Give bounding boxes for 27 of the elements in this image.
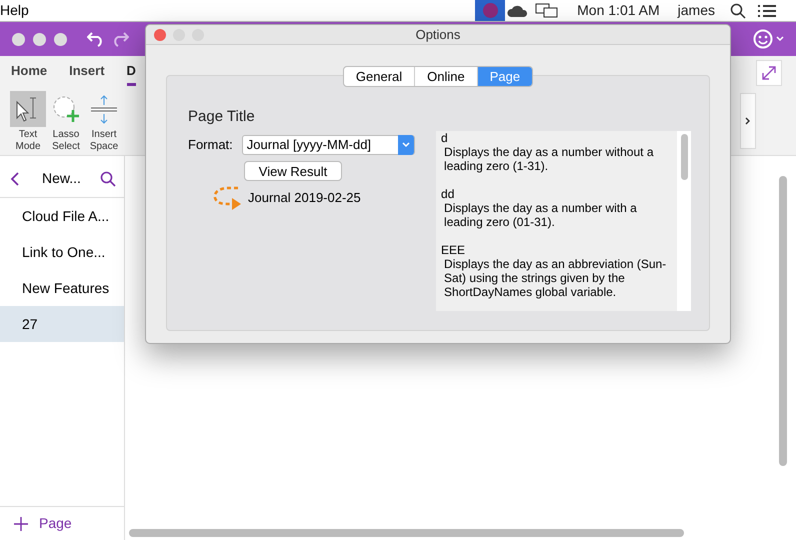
page-list-item[interactable]: New Features (0, 270, 124, 306)
format-description: Displays the day as a number with a leading zero (01-31). (443, 201, 638, 229)
format-description: Displays the day as a number without a leading zero (1-31). (443, 145, 654, 173)
dialog-title: Options (416, 26, 460, 44)
menu-item[interactable]: Help (0, 0, 29, 21)
page-list-item[interactable]: Cloud File A... (0, 198, 124, 234)
ribbon-tool-button[interactable]: Insert Space (86, 91, 122, 153)
format-code: dd (441, 187, 456, 201)
page-list-item[interactable]: 27 (0, 306, 124, 342)
ribbon-tool-button[interactable]: Lasso Select (48, 91, 84, 153)
format-code: EEE (441, 243, 466, 257)
view-result-button[interactable]: View Result (244, 160, 342, 180)
ribbon-tab[interactable]: Insert (69, 60, 105, 86)
format-description: Displays the day as an abbreviation (Sun-Sat) using the strings given by the ShortDayNames global variable. (443, 257, 668, 299)
format-code: d (441, 131, 449, 145)
clock-text: Mon 1:01 AM (577, 1, 660, 20)
section-title: New... (42, 169, 81, 188)
format-dropdown[interactable]: Journal [yyyy-MM-dd] (242, 134, 415, 154)
result-text: Journal 2019-02-25 (248, 188, 361, 207)
dialog-tab[interactable]: General (344, 67, 414, 86)
user-name[interactable]: james (678, 0, 715, 21)
add-page-button[interactable]: Page (39, 513, 72, 534)
format-label: Format: (188, 136, 233, 154)
ribbon-tab[interactable]: D (126, 60, 136, 86)
page-list-item[interactable]: Link to One... (0, 234, 124, 270)
ribbon-tab[interactable]: Home (11, 60, 48, 86)
section-heading: Page Title (188, 107, 256, 127)
